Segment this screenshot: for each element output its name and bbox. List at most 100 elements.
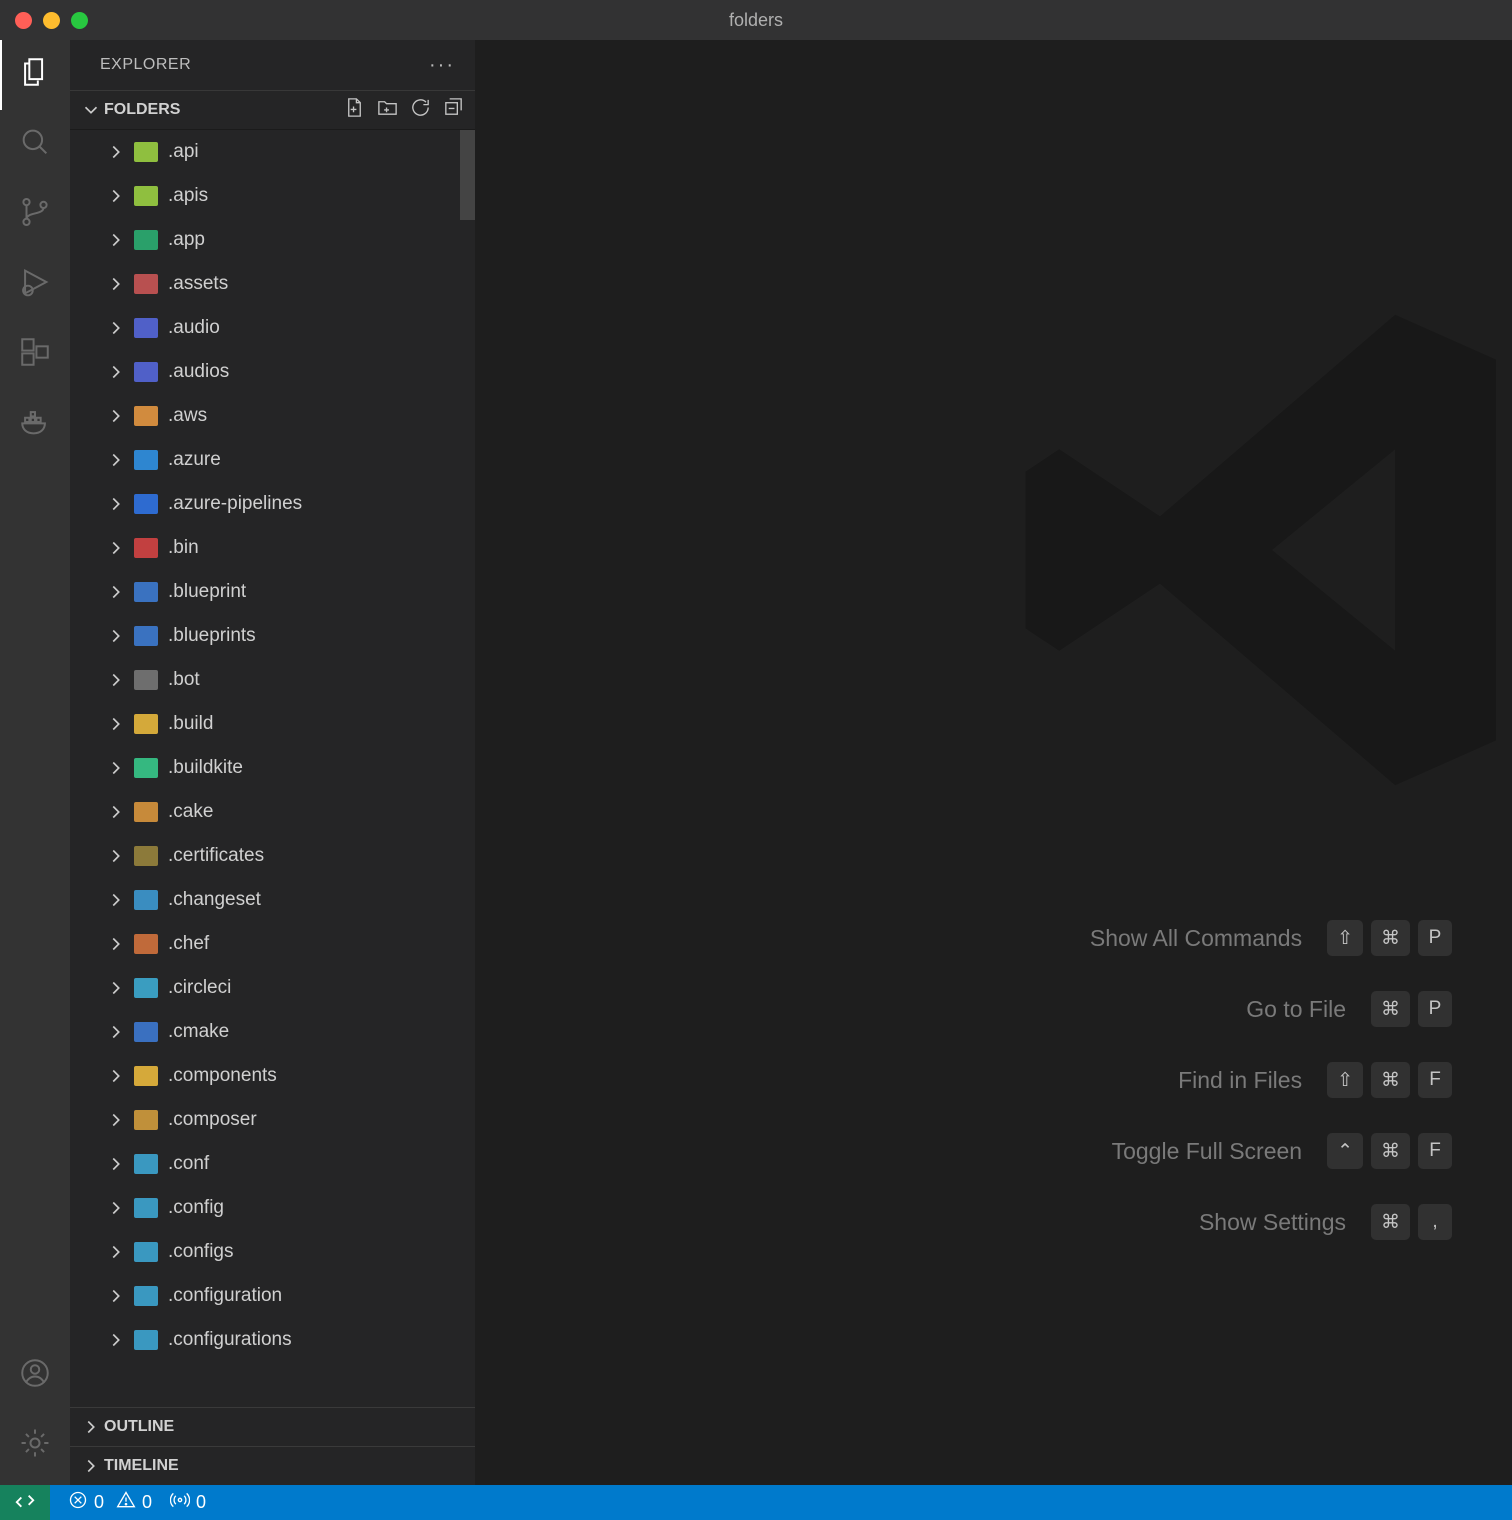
activity-docker[interactable] (0, 390, 70, 460)
activity-run-debug[interactable] (0, 250, 70, 320)
welcome-tips: Show All Commands⇧⌘PGo to File⌘PFind in … (1090, 920, 1452, 1240)
tree-item-label: .components (168, 1065, 277, 1087)
chevron-right-icon (105, 361, 127, 383)
folder-icon (134, 1330, 158, 1350)
activity-accounts[interactable] (0, 1341, 70, 1411)
tree-item[interactable]: .bot (70, 658, 475, 702)
folder-icon (134, 802, 158, 822)
status-problems[interactable]: 0 0 (68, 1490, 152, 1515)
folders-section-label: FOLDERS (104, 101, 180, 119)
tree-item[interactable]: .changeset (70, 878, 475, 922)
welcome-tip[interactable]: Find in Files⇧⌘F (1178, 1062, 1452, 1098)
tree-item[interactable]: .composer (70, 1098, 475, 1142)
folder-icon (134, 626, 158, 646)
welcome-tip[interactable]: Go to File⌘P (1246, 991, 1452, 1027)
status-bar: 0 0 0 (0, 1485, 1512, 1520)
folder-icon (134, 1286, 158, 1306)
window-controls (0, 12, 88, 29)
tree-item-label: .changeset (168, 889, 261, 911)
collapse-all-button[interactable] (442, 96, 465, 124)
tree-item[interactable]: .certificates (70, 834, 475, 878)
status-ports[interactable]: 0 (170, 1490, 206, 1515)
activity-settings[interactable] (0, 1411, 70, 1481)
remote-button[interactable] (0, 1485, 50, 1520)
activity-explorer[interactable] (0, 40, 70, 110)
minimize-window-button[interactable] (43, 12, 60, 29)
tree-item[interactable]: .app (70, 218, 475, 262)
tree-item-label: .apis (168, 185, 208, 207)
new-folder-button[interactable] (376, 96, 399, 124)
account-icon (18, 1356, 52, 1396)
tree-item[interactable]: .configurations (70, 1318, 475, 1362)
folder-icon (134, 274, 158, 294)
tip-keys: ⌃⌘F (1327, 1133, 1452, 1169)
tree-item[interactable]: .audio (70, 306, 475, 350)
status-errors-count: 0 (94, 1492, 104, 1513)
extensions-icon (18, 335, 52, 375)
chevron-right-icon (105, 625, 127, 647)
tip-label: Go to File (1246, 996, 1346, 1023)
tree-item[interactable]: .blueprint (70, 570, 475, 614)
folder-icon (134, 582, 158, 602)
tree-item[interactable]: .config (70, 1186, 475, 1230)
tree-item[interactable]: .azure (70, 438, 475, 482)
keycap: ⌘ (1371, 920, 1410, 956)
tree-item-label: .azure (168, 449, 221, 471)
tree-item-label: .audio (168, 317, 220, 339)
outline-section-header[interactable]: OUTLINE (70, 1407, 475, 1446)
folder-icon (134, 1066, 158, 1086)
chevron-right-icon (105, 273, 127, 295)
chevron-right-icon (105, 1153, 127, 1175)
welcome-tip[interactable]: Show All Commands⇧⌘P (1090, 920, 1452, 956)
tree-item[interactable]: .chef (70, 922, 475, 966)
explorer-panel: EXPLORER ··· FOLDERS (70, 40, 475, 1485)
tree-item[interactable]: .blueprints (70, 614, 475, 658)
activity-source-control[interactable] (0, 180, 70, 250)
tree-item[interactable]: .azure-pipelines (70, 482, 475, 526)
folders-section-actions (343, 96, 465, 124)
timeline-section-header[interactable]: TIMELINE (70, 1446, 475, 1485)
chevron-right-icon (105, 1329, 127, 1351)
tree-item[interactable]: .bin (70, 526, 475, 570)
activity-search[interactable] (0, 110, 70, 180)
tree-item[interactable]: .assets (70, 262, 475, 306)
chevron-right-icon (105, 801, 127, 823)
chevron-right-icon (105, 933, 127, 955)
scrollbar-thumb[interactable] (460, 130, 475, 220)
tree-item[interactable]: .apis (70, 174, 475, 218)
chevron-right-icon (105, 581, 127, 603)
tree-item[interactable]: .buildkite (70, 746, 475, 790)
tip-keys: ⇧⌘F (1327, 1062, 1452, 1098)
keycap: ⌘ (1371, 991, 1410, 1027)
zoom-window-button[interactable] (71, 12, 88, 29)
tree-item[interactable]: .aws (70, 394, 475, 438)
folders-section-header[interactable]: FOLDERS (70, 90, 475, 129)
tree-item[interactable]: .conf (70, 1142, 475, 1186)
explorer-more-button[interactable]: ··· (429, 54, 455, 77)
refresh-button[interactable] (409, 96, 432, 124)
file-tree[interactable]: .api .apis .app.assets .audio .audios.aws .az… (70, 129, 475, 1407)
tree-item[interactable]: .cake (70, 790, 475, 834)
chevron-right-icon (105, 1241, 127, 1263)
close-window-button[interactable] (15, 12, 32, 29)
tree-item[interactable]: .configs (70, 1230, 475, 1274)
activity-extensions[interactable] (0, 320, 70, 390)
tree-item[interactable]: .components (70, 1054, 475, 1098)
tree-item[interactable]: .audios (70, 350, 475, 394)
tree-item[interactable]: .build (70, 702, 475, 746)
tree-item[interactable]: .cmake (70, 1010, 475, 1054)
explorer-bottom-sections: OUTLINE TIMELINE (70, 1407, 475, 1485)
keycap: F (1418, 1133, 1452, 1169)
tree-item-label: .configuration (168, 1285, 282, 1307)
folder-icon (134, 318, 158, 338)
tree-item[interactable]: .circleci (70, 966, 475, 1010)
new-file-button[interactable] (343, 96, 366, 124)
tree-item-label: .conf (168, 1153, 209, 1175)
folder-icon (134, 1110, 158, 1130)
welcome-tip[interactable]: Toggle Full Screen⌃⌘F (1112, 1133, 1452, 1169)
tree-item[interactable]: .configuration (70, 1274, 475, 1318)
folder-icon (134, 890, 158, 910)
keycap: ⇧ (1327, 1062, 1363, 1098)
welcome-tip[interactable]: Show Settings⌘, (1199, 1204, 1452, 1240)
tree-item[interactable]: .api (70, 130, 475, 174)
